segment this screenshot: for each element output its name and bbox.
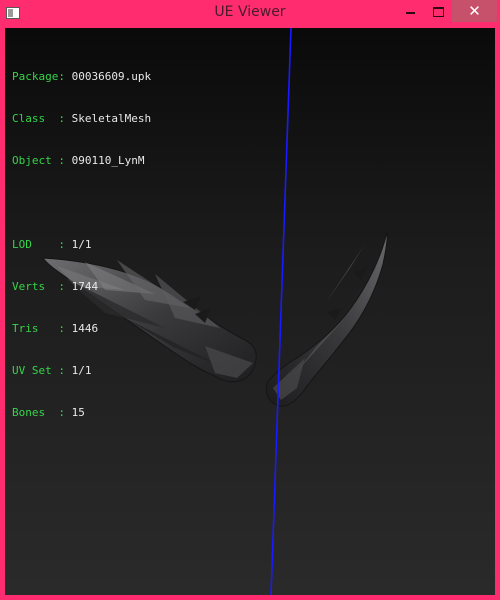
info-row-lod: LOD : 1/1 <box>12 238 151 252</box>
3d-viewport[interactable]: Package: 00036609.upk Class : SkeletalMe… <box>5 28 495 595</box>
info-value: 15 <box>71 406 85 419</box>
info-row-class: Class : SkeletalMesh <box>12 112 151 126</box>
info-key: Bones : <box>12 406 72 419</box>
info-row-object: Object : 090110_LynM <box>12 154 151 168</box>
info-value: 1/1 <box>71 364 92 377</box>
maximize-icon[interactable] <box>424 0 452 22</box>
info-row-bones: Bones : 15 <box>12 406 151 420</box>
bone-axis-line <box>270 28 292 595</box>
close-icon[interactable]: ✕ <box>452 0 497 22</box>
info-spacer <box>12 196 151 210</box>
title-bar[interactable]: UE Viewer ✕ <box>0 0 500 28</box>
info-value: 1/1 <box>71 238 92 251</box>
info-row-package: Package: 00036609.upk <box>12 70 151 84</box>
info-value: 00036609.upk <box>71 70 152 83</box>
info-key: Verts : <box>12 280 72 293</box>
info-value: 1446 <box>71 322 99 335</box>
info-key: Package: <box>12 70 72 83</box>
info-key: Tris : <box>12 322 72 335</box>
info-row-verts: Verts : 1744 <box>12 280 151 294</box>
info-row-uvset: UV Set : 1/1 <box>12 364 151 378</box>
info-value: 090110_LynM <box>71 154 145 167</box>
info-key: UV Set : <box>12 364 72 377</box>
minimize-icon[interactable] <box>396 0 424 22</box>
info-row-tris: Tris : 1446 <box>12 322 151 336</box>
info-value: 1744 <box>71 280 99 293</box>
info-value: SkeletalMesh <box>71 112 152 125</box>
info-key: LOD : <box>12 238 72 251</box>
mesh-info-panel: Package: 00036609.upk Class : SkeletalMe… <box>12 42 151 448</box>
right-wing-shape <box>265 231 388 407</box>
app-window: UE Viewer ✕ Package: 00036609.upk Class … <box>0 0 500 600</box>
info-key: Object : <box>12 154 72 167</box>
info-key: Class : <box>12 112 72 125</box>
